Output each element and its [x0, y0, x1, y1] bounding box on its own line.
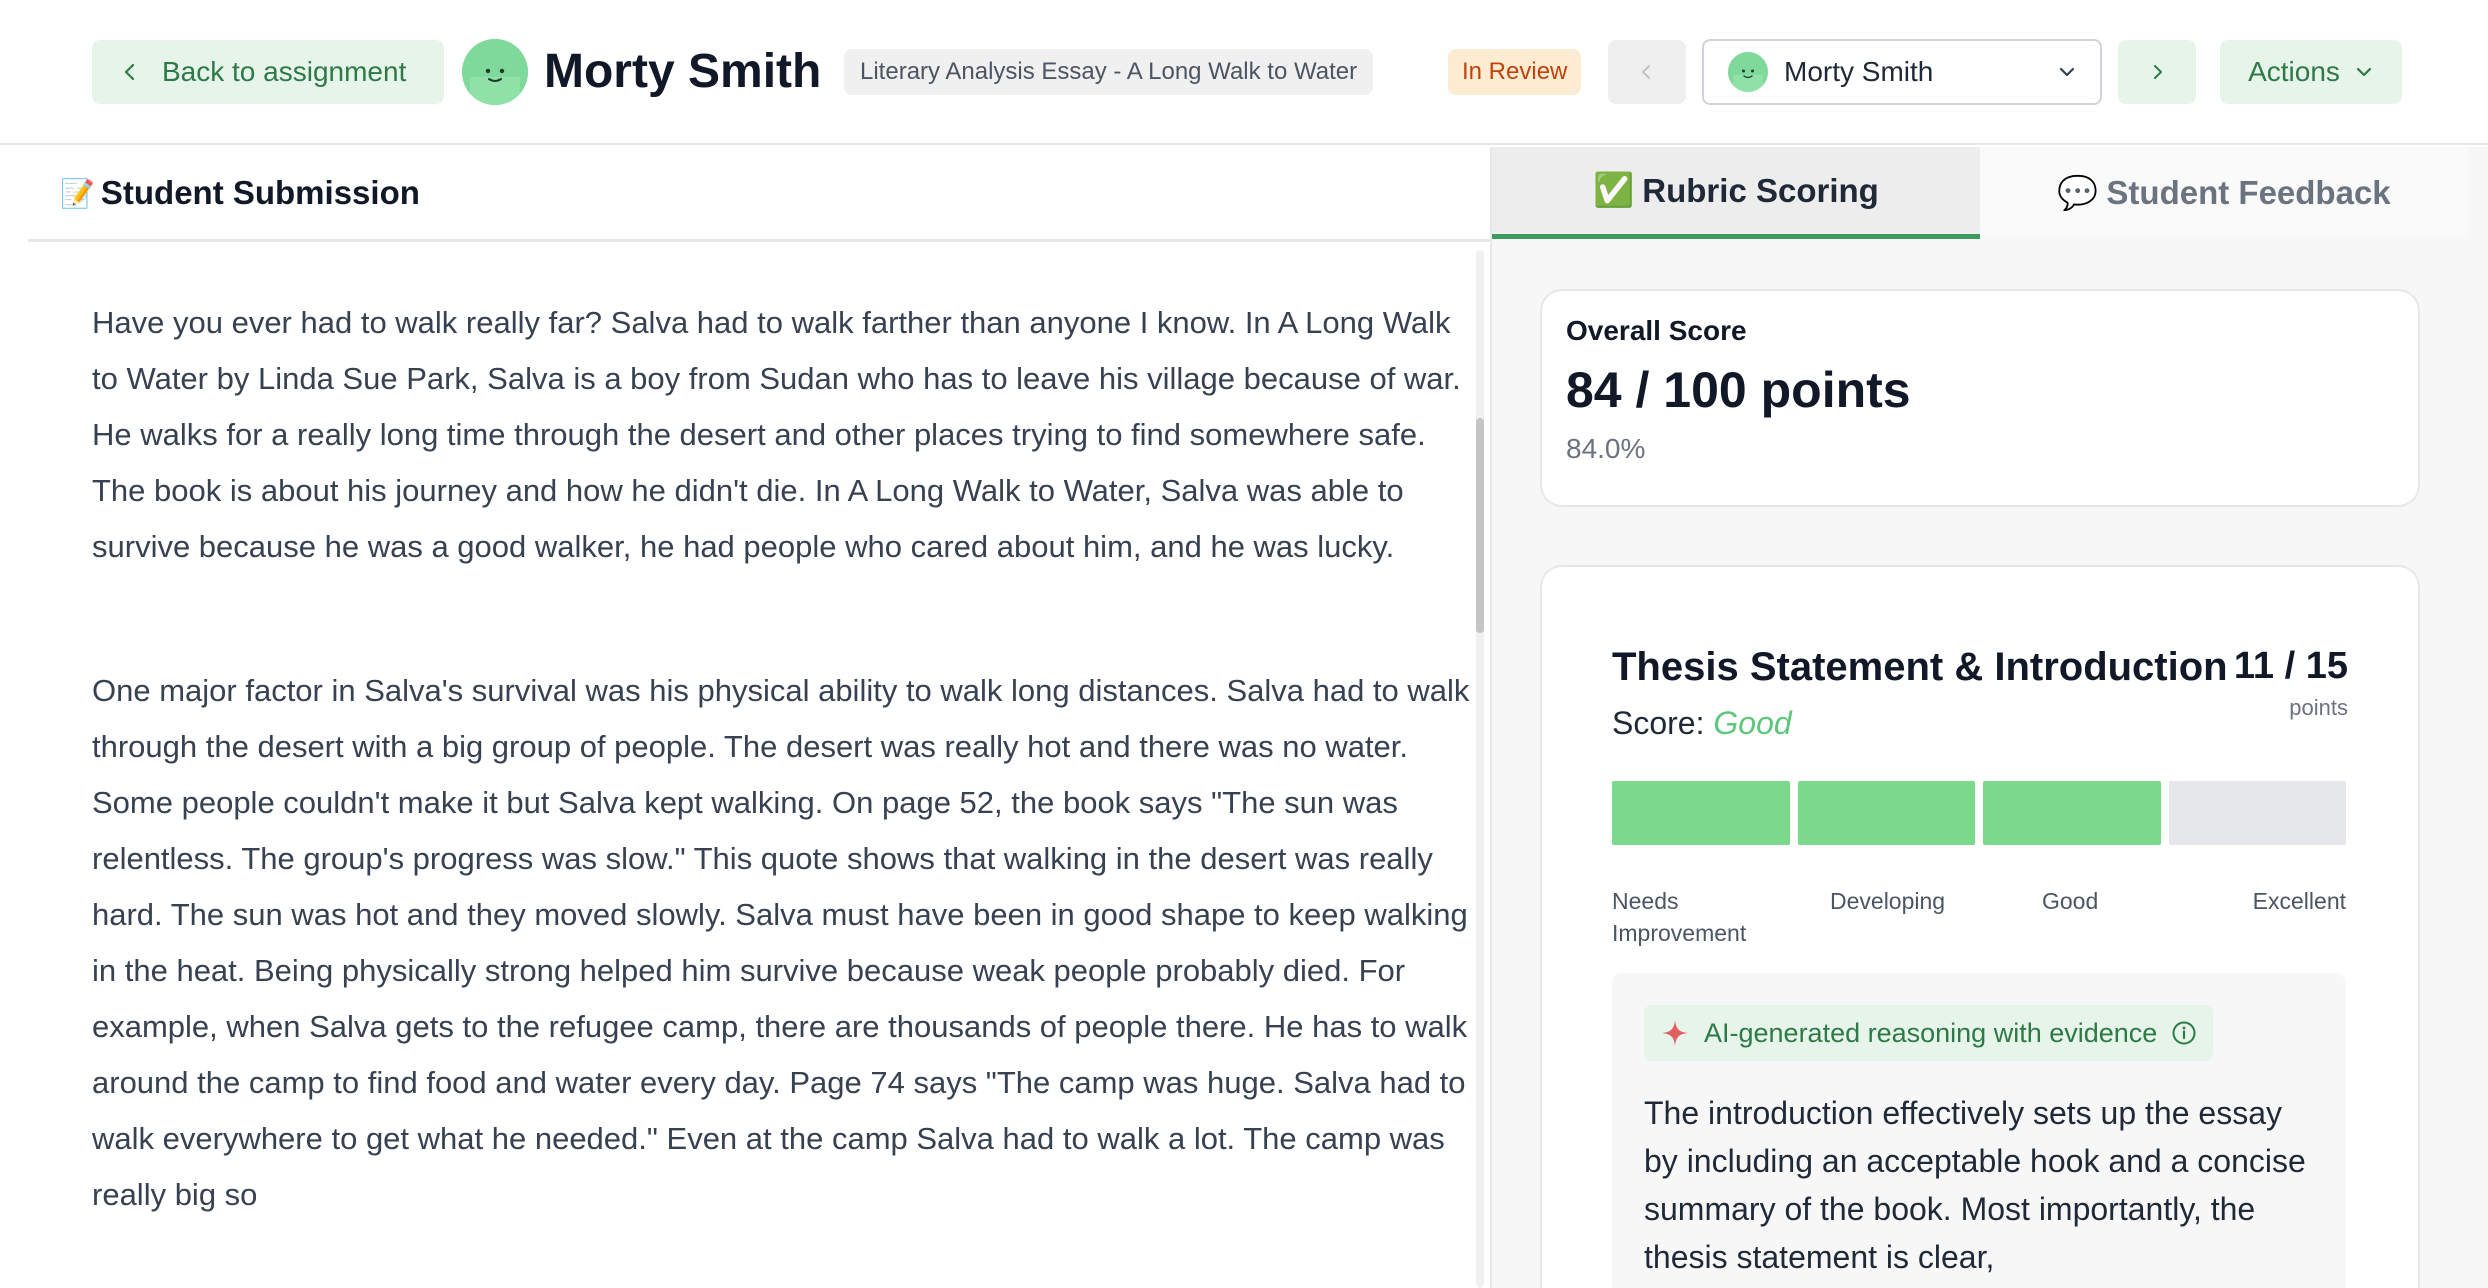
submission-heading: Student Submission	[100, 174, 420, 211]
speech-bubble-icon: 💬	[2057, 173, 2099, 211]
smiley-avatar-icon	[462, 39, 528, 105]
ai-reasoning-box: AI-generated reasoning with evidence The…	[1612, 973, 2346, 1288]
chevron-left-icon	[1642, 65, 1650, 79]
overall-score-percent: 84.0%	[1566, 433, 1646, 464]
tab-rubric-scoring[interactable]: ✅ Rubric Scoring	[1492, 147, 1980, 239]
memo-icon: 📝	[60, 177, 95, 209]
criterion-points: 11 / 15	[2233, 645, 2348, 687]
ai-reasoning-label: AI-generated reasoning with evidence	[1704, 1017, 2158, 1048]
back-to-assignment-button[interactable]: Back to assignment	[92, 40, 444, 104]
score-level-segment[interactable]	[1983, 781, 2161, 845]
overall-score-card: Overall Score 84 / 100 points 84.0%	[1540, 289, 2420, 507]
chevron-left-icon	[124, 63, 135, 81]
score-level-label: Needs Improvement	[1612, 888, 1747, 946]
submission-pane: 📝 Student Submission Have you ever had t…	[28, 147, 1490, 1288]
criterion-card: Thesis Statement & Introduction 11 / 15 …	[1540, 565, 2420, 1288]
essay-paragraph: Have you ever had to walk really far? Sa…	[92, 305, 1461, 564]
essay-text: Have you ever had to walk really far? Sa…	[92, 295, 1472, 1288]
smiley-avatar-icon	[1728, 52, 1768, 92]
overall-score-value: 84 / 100 points	[1566, 362, 1911, 418]
sparkle-icon	[1662, 1020, 1688, 1046]
chevron-down-icon	[2356, 67, 2372, 77]
score-level-label: Developing	[1830, 888, 1946, 914]
check-icon: ✅	[1593, 171, 1635, 208]
score-level-label: Excellent	[2252, 888, 2346, 914]
criterion-score-line: Score: Good	[1612, 705, 1792, 742]
submission-scrollbar[interactable]	[1476, 250, 1484, 1288]
scrollbar-thumb[interactable]	[1476, 418, 1484, 633]
student-name-heading: Morty Smith	[544, 45, 822, 98]
score-prefix: Score:	[1612, 705, 1705, 741]
criterion-points-unit: points	[2289, 695, 2348, 720]
tab-label: Rubric Scoring	[1642, 171, 1879, 209]
essay-paragraph: One major factor in Salva's survival was…	[92, 673, 1470, 1212]
grading-app: Back to assignment Morty Smith Literary …	[0, 0, 2488, 1288]
ai-reasoning-text: The introduction effectively sets up the…	[1644, 1095, 2306, 1275]
overall-score-label: Overall Score	[1566, 315, 1747, 346]
rubric-tabs: ✅ Rubric Scoring 💬 Student Feedback	[1492, 147, 2468, 239]
score-level-segment[interactable]	[1612, 781, 1790, 845]
chevron-right-icon	[2154, 65, 2162, 79]
status-badge: In Review	[1448, 49, 1582, 95]
tab-label: Student Feedback	[2106, 174, 2391, 211]
student-select-value: Morty Smith	[1784, 56, 1934, 87]
score-level-bar	[1612, 781, 2346, 845]
top-bar: Back to assignment Morty Smith Literary …	[0, 0, 2488, 145]
criterion-title: Thesis Statement & Introduction	[1612, 645, 2228, 689]
actions-label: Actions	[2248, 56, 2340, 87]
back-button-label: Back to assignment	[162, 56, 407, 87]
student-select-avatar	[1728, 52, 1768, 92]
actions-menu-button[interactable]: Actions	[2220, 40, 2402, 104]
student-select[interactable]: Morty Smith	[1702, 39, 2102, 105]
score-level: Good	[1713, 705, 1792, 741]
score-level-labels: Needs Improvement Developing Good Excellent	[1612, 885, 2346, 955]
score-level-segment[interactable]	[1797, 781, 1975, 845]
ai-reasoning-badge: AI-generated reasoning with evidence	[1644, 1005, 2214, 1061]
chevron-down-icon	[2059, 67, 2075, 77]
rubric-pane: ✅ Rubric Scoring 💬 Student Feedback Over…	[1490, 147, 2488, 1288]
tab-student-feedback[interactable]: 💬 Student Feedback	[1980, 147, 2468, 239]
previous-student-button[interactable]	[1608, 40, 1686, 104]
info-icon[interactable]	[2171, 1020, 2197, 1046]
assignment-title-pill: Literary Analysis Essay - A Long Walk to…	[844, 49, 1374, 95]
submission-header: 📝 Student Submission	[28, 147, 1490, 242]
student-avatar	[462, 39, 528, 105]
score-level-label: Good	[2042, 888, 2099, 914]
score-level-segment[interactable]	[2168, 781, 2346, 845]
next-student-button[interactable]	[2118, 40, 2196, 104]
